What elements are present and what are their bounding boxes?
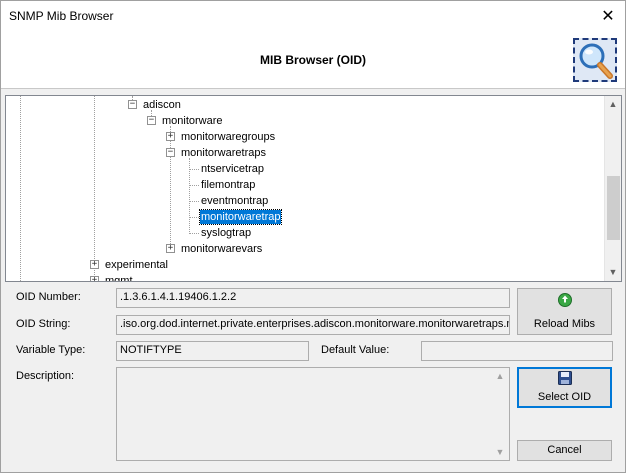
tree-node-monitorware[interactable]: monitorware (161, 114, 224, 128)
tree-node-experimental[interactable]: experimental (104, 258, 169, 272)
cancel-button[interactable]: Cancel (517, 440, 612, 461)
tree-node-monitorwarevars[interactable]: monitorwarevars (180, 242, 263, 256)
tree-node-filemontrap[interactable]: filemontrap (200, 178, 256, 192)
collapse-icon[interactable]: − (128, 100, 137, 109)
description-label: Description: (16, 370, 75, 382)
tree-node-monitorwaretrap[interactable]: monitorwaretrap (198, 209, 283, 225)
tree-node-ntservicetrap[interactable]: ntservicetrap (200, 162, 265, 176)
expand-icon[interactable]: + (90, 260, 99, 269)
window-title: SNMP Mib Browser (9, 9, 114, 23)
tree-guide-line (189, 233, 199, 234)
collapse-icon[interactable]: − (166, 148, 175, 157)
select-oid-label: Select OID (537, 391, 592, 403)
expand-icon[interactable]: + (166, 244, 175, 253)
tree-guide-line (94, 96, 95, 281)
magnifier-icon (573, 38, 617, 82)
tree-node-monitorwaregroups[interactable]: monitorwaregroups (180, 130, 276, 144)
description-textarea[interactable] (116, 367, 510, 461)
description-scrollbar[interactable]: ▲ ▼ (492, 368, 509, 460)
reload-mibs-button[interactable]: Reload Mibs (517, 288, 612, 335)
mib-tree-view[interactable]: − adiscon − monitorware + monitorwaregro… (5, 95, 622, 282)
tree-guide-line (20, 96, 21, 281)
default-value-label: Default Value: (321, 344, 390, 356)
variable-type-field[interactable]: NOTIFTYPE (116, 341, 309, 361)
scrollbar-thumb[interactable] (607, 176, 620, 240)
tree-guide-line (189, 169, 199, 170)
tree-guide-line (189, 201, 199, 202)
select-oid-button[interactable]: Select OID (517, 367, 612, 408)
recycle-icon (557, 292, 573, 311)
expand-icon[interactable]: + (166, 132, 175, 141)
scroll-down-arrow-icon[interactable]: ▼ (605, 264, 621, 281)
tree-node-syslogtrap[interactable]: syslogtrap (200, 226, 252, 240)
save-icon (557, 370, 573, 389)
tree-node-adiscon[interactable]: adiscon (142, 98, 182, 112)
scroll-up-arrow-icon[interactable]: ▲ (605, 96, 621, 113)
close-icon[interactable]: ✕ (597, 5, 619, 27)
oid-string-label: OID String: (16, 318, 71, 330)
expand-icon[interactable]: + (90, 276, 99, 281)
tree-guide-line (189, 185, 199, 186)
oid-number-field[interactable]: .1.3.6.1.4.1.19406.1.2.2 (116, 288, 510, 308)
oid-number-label: OID Number: (16, 291, 81, 303)
default-value-field[interactable] (421, 341, 613, 361)
collapse-icon[interactable]: − (147, 116, 156, 125)
scroll-up-arrow-icon[interactable]: ▲ (492, 368, 508, 384)
header-title: MIB Browser (OID) (259, 53, 366, 67)
snmp-mib-browser-window: SNMP Mib Browser ✕ MIB Browser (OID) − a… (0, 0, 626, 473)
title-bar: SNMP Mib Browser ✕ (1, 1, 625, 32)
dialog-header: MIB Browser (OID) (1, 32, 625, 89)
tree-node-mgmt[interactable]: mgmt (104, 274, 134, 281)
tree-vertical-scrollbar[interactable]: ▲ ▼ (604, 96, 621, 281)
tree-guide-line (170, 126, 171, 248)
variable-type-label: Variable Type: (16, 344, 86, 356)
tree-node-eventmontrap[interactable]: eventmontrap (200, 194, 269, 208)
tree-guide-line (189, 217, 199, 218)
oid-string-field[interactable]: .iso.org.dod.internet.private.enterprise… (116, 315, 510, 335)
scroll-down-arrow-icon[interactable]: ▼ (492, 444, 508, 460)
tree-node-monitorwaretraps[interactable]: monitorwaretraps (180, 146, 267, 160)
reload-mibs-label: Reload Mibs (533, 318, 596, 330)
